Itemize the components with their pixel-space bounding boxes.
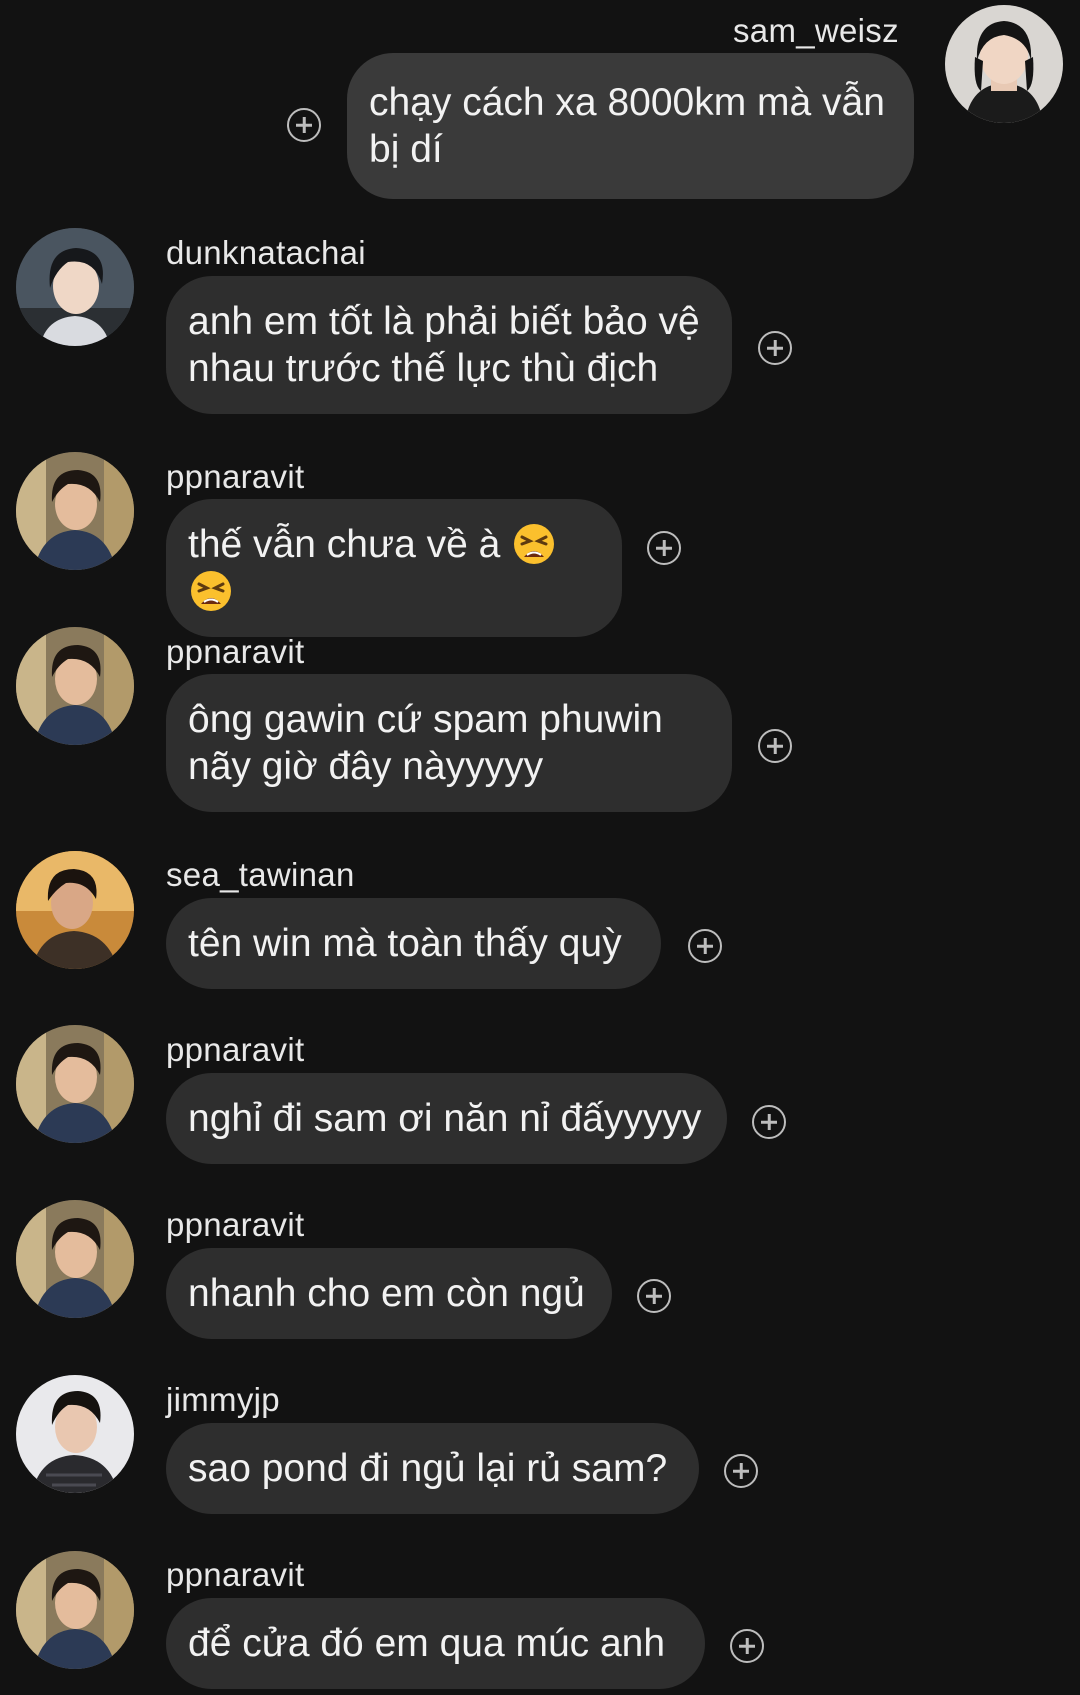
message-text: để cửa đó em qua múc anh [188,1622,666,1665]
avatar[interactable] [16,851,134,969]
message-username: ppnaravit [166,633,305,670]
avatar[interactable] [16,228,134,346]
add-reaction-button[interactable] [287,108,321,142]
message-bubble[interactable]: sao pond đi ngủ lại rủ sam? [166,1423,699,1514]
avatar[interactable] [16,1375,134,1493]
message-username: jimmyjp [166,1381,280,1418]
add-reaction-button[interactable] [730,1629,764,1663]
add-reaction-button[interactable] [752,1105,786,1139]
avatar-image [16,1375,134,1493]
avatar[interactable] [945,5,1063,123]
add-reaction-button[interactable] [688,929,722,963]
message-username: ppnaravit [166,1031,305,1068]
avatar-image [16,228,134,346]
message-bubble[interactable]: thế vẫn chưa về à [166,499,622,637]
avatar[interactable] [16,1551,134,1669]
tired-face-emoji-icon [514,524,555,564]
message-bubble[interactable]: anh em tốt là phải biết bảo vệ nhau trướ… [166,276,732,414]
message-username: dunknatachai [166,234,366,271]
add-reaction-button[interactable] [647,531,681,565]
message-username: sam_weisz [733,12,899,49]
message-username: ppnaravit [166,1206,305,1243]
avatar[interactable] [16,452,134,570]
message-bubble[interactable]: tên win mà toàn thấy quỳ [166,898,661,989]
message-text: thế vẫn chưa về à [188,523,512,566]
message-username: sea_tawinan [166,856,355,893]
message-text: anh em tốt là phải biết bảo vệ nhau trướ… [188,300,700,390]
message-bubble[interactable]: nghỉ đi sam ơi năn nỉ đấyyyyy [166,1073,727,1164]
add-reaction-button[interactable] [758,331,792,365]
add-reaction-button[interactable] [724,1454,758,1488]
chat-thread: sam_weisz chạy cách xa 8000km mà vẫn bị … [0,0,1080,1695]
message-bubble[interactable]: nhanh cho em còn ngủ [166,1248,612,1339]
avatar-image [16,1025,134,1143]
message-text: tên win mà toàn thấy quỳ [188,922,622,965]
message-text: nhanh cho em còn ngủ [188,1272,585,1315]
message-text: sao pond đi ngủ lại rủ sam? [188,1447,668,1490]
avatar-image [16,1551,134,1669]
message-text: ông gawin cứ spam phuwin nãy giờ đây này… [188,698,663,788]
message-bubble[interactable]: ông gawin cứ spam phuwin nãy giờ đây này… [166,674,732,812]
tired-face-emoji-icon [191,571,231,611]
avatar[interactable] [16,1200,134,1318]
avatar-image [16,851,134,969]
message-bubble[interactable]: chạy cách xa 8000km mà vẫn bị dí [347,53,914,199]
avatar-image [945,5,1063,123]
avatar-image [16,1200,134,1318]
message-username: ppnaravit [166,1556,305,1593]
message-username: ppnaravit [166,458,305,495]
message-text: nghỉ đi sam ơi năn nỉ đấyyyyy [188,1097,702,1140]
avatar[interactable] [16,1025,134,1143]
message-bubble[interactable]: để cửa đó em qua múc anh [166,1598,705,1689]
avatar-image [16,452,134,570]
avatar-image [16,627,134,745]
add-reaction-button[interactable] [637,1279,671,1313]
add-reaction-button[interactable] [758,729,792,763]
avatar[interactable] [16,627,134,745]
message-text: chạy cách xa 8000km mà vẫn bị dí [369,81,885,171]
